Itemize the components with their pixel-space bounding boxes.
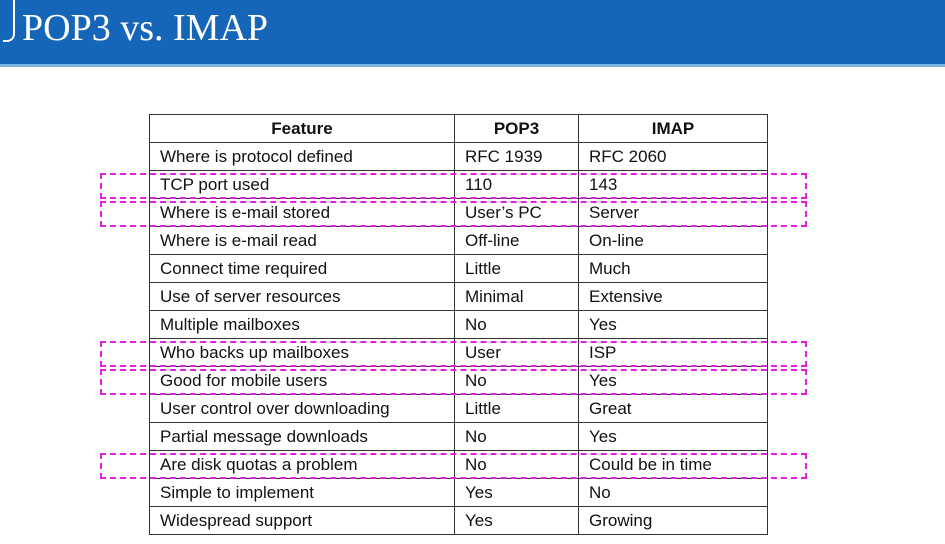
imap-cell: 143 <box>578 170 768 199</box>
feature-cell: Widespread support <box>149 506 455 535</box>
imap-cell: Yes <box>578 310 768 339</box>
table-row: Partial message downloads No Yes <box>149 422 768 451</box>
feature-cell: Where is e-mail read <box>149 226 455 255</box>
pop3-cell: No <box>454 310 579 339</box>
imap-cell: Great <box>578 394 768 423</box>
imap-cell: ISP <box>578 338 768 367</box>
feature-cell: Connect time required <box>149 254 455 283</box>
imap-cell: RFC 2060 <box>578 142 768 171</box>
title-bar: POP3 vs. IMAP <box>0 0 945 66</box>
pop3-cell: Off-line <box>454 226 579 255</box>
pop3-cell: Little <box>454 394 579 423</box>
pop3-cell: No <box>454 422 579 451</box>
imap-cell: No <box>578 478 768 507</box>
feature-cell: Partial message downloads <box>149 422 455 451</box>
feature-cell: Good for mobile users <box>149 366 455 395</box>
feature-cell: Simple to implement <box>149 478 455 507</box>
imap-cell: Could be in time <box>578 450 768 479</box>
table-row: TCP port used 110 143 <box>149 170 768 199</box>
table-row: Good for mobile users No Yes <box>149 366 768 395</box>
feature-cell: Are disk quotas a problem <box>149 450 455 479</box>
slide-title: POP3 vs. IMAP <box>22 7 269 49</box>
pop3-cell: Yes <box>454 478 579 507</box>
imap-cell: On-line <box>578 226 768 255</box>
table-row: Are disk quotas a problem No Could be in… <box>149 450 768 479</box>
feature-cell: Multiple mailboxes <box>149 310 455 339</box>
table-row: User control over downloading Little Gre… <box>149 394 768 423</box>
table-row: Use of server resources Minimal Extensiv… <box>149 282 768 311</box>
feature-cell: Where is protocol defined <box>149 142 455 171</box>
imap-cell: Yes <box>578 366 768 395</box>
pop3-cell: No <box>454 450 579 479</box>
pop3-cell: User <box>454 338 579 367</box>
imap-cell: Yes <box>578 422 768 451</box>
pop3-cell: No <box>454 366 579 395</box>
table-row: Connect time required Little Much <box>149 254 768 283</box>
imap-cell: Growing <box>578 506 768 535</box>
feature-cell: User control over downloading <box>149 394 455 423</box>
imap-cell: Much <box>578 254 768 283</box>
pop3-cell: 110 <box>454 170 579 199</box>
imap-cell: Server <box>578 198 768 227</box>
table-row: Multiple mailboxes No Yes <box>149 310 768 339</box>
pop3-cell: Yes <box>454 506 579 535</box>
feature-cell: Use of server resources <box>149 282 455 311</box>
title-bar-decoration <box>3 0 15 42</box>
pop3-cell: Minimal <box>454 282 579 311</box>
pop3-cell: RFC 1939 <box>454 142 579 171</box>
table-row: Where is e-mail read Off-line On-line <box>149 226 768 255</box>
table-row: Widespread support Yes Growing <box>149 506 768 535</box>
comparison-table: Feature POP3 IMAP Where is protocol defi… <box>149 114 768 535</box>
table-row: Simple to implement Yes No <box>149 478 768 507</box>
header-feature: Feature <box>149 114 455 143</box>
feature-cell: Where is e-mail stored <box>149 198 455 227</box>
pop3-cell: Little <box>454 254 579 283</box>
table-row: Where is e-mail stored User’s PC Server <box>149 198 768 227</box>
header-pop3: POP3 <box>454 114 579 143</box>
feature-cell: Who backs up mailboxes <box>149 338 455 367</box>
imap-cell: Extensive <box>578 282 768 311</box>
table-row: Where is protocol defined RFC 1939 RFC 2… <box>149 142 768 171</box>
pop3-cell: User’s PC <box>454 198 579 227</box>
header-imap: IMAP <box>578 114 768 143</box>
feature-cell: TCP port used <box>149 170 455 199</box>
table-row: Who backs up mailboxes User ISP <box>149 338 768 367</box>
table-header-row: Feature POP3 IMAP <box>149 114 768 143</box>
title-bar-underline <box>0 64 945 67</box>
